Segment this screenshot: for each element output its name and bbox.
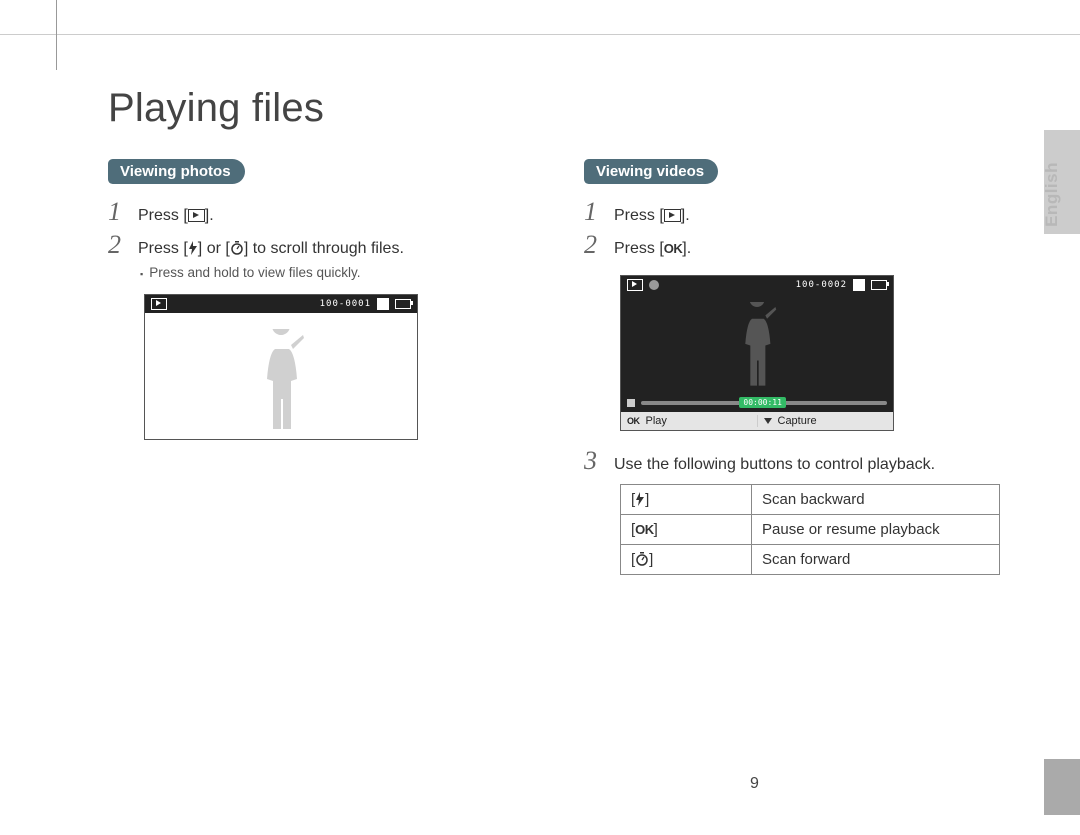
memory-card-icon <box>853 279 865 291</box>
video-step-3: 3 Use the following buttons to control p… <box>584 447 1014 476</box>
memory-card-icon <box>377 298 389 310</box>
step-number: 2 <box>584 231 614 260</box>
page-left-rule <box>56 0 57 70</box>
bottom-side-tab <box>1044 759 1080 815</box>
lcd-photo-body <box>145 313 417 439</box>
control-desc-cell: Scan forward <box>752 545 1000 575</box>
timer-icon <box>230 240 244 254</box>
lcd-top-bar: 100-0002 <box>621 276 893 294</box>
column-viewing-videos: Viewing videos 1 Press []. 2 Press [OK]. <box>584 159 1014 575</box>
text-fragment: Press [ <box>614 240 664 257</box>
step-number: 1 <box>584 198 614 227</box>
file-counter: 100-0001 <box>320 299 371 309</box>
text-fragment: Press [ <box>138 207 188 224</box>
control-key-cell: [OK] <box>621 515 752 545</box>
page-top-rule <box>0 34 1080 35</box>
heading-viewing-videos: Viewing videos <box>584 159 718 184</box>
control-desc-cell: Pause or resume playback <box>752 515 1000 545</box>
down-arrow-icon <box>764 418 772 424</box>
photo-step-2-subnote: Press and hold to view files quickly. <box>140 265 538 280</box>
ok-button-glyph: OK <box>627 416 640 426</box>
photo-step-1: 1 Press []. <box>108 198 538 227</box>
progress-timestamp: 00:00:11 <box>739 397 786 408</box>
video-step-1: 1 Press []. <box>584 198 1014 227</box>
text-fragment: ] to scroll through files. <box>244 240 404 257</box>
control-key-cell: [] <box>621 485 752 515</box>
progress-track: 00:00:11 <box>641 401 887 405</box>
lcd-video-body <box>621 294 893 394</box>
step-number: 3 <box>584 447 614 476</box>
playback-icon <box>664 209 681 222</box>
playback-icon <box>151 298 167 310</box>
playback-controls-table: [] Scan backward [OK] Pause or resume pl… <box>620 484 1000 575</box>
text-fragment: ] or [ <box>198 240 230 257</box>
child-silhouette-icon <box>731 302 783 394</box>
control-key-cell: [] <box>621 545 752 575</box>
flash-icon <box>188 241 198 255</box>
video-step-2: 2 Press [OK]. <box>584 231 1014 260</box>
step-text: Use the following buttons to control pla… <box>614 454 935 476</box>
text-fragment: Press [ <box>614 207 664 224</box>
timer-icon <box>635 552 649 566</box>
table-row: [OK] Pause or resume playback <box>621 515 1000 545</box>
lcd-bottom-play: OK Play <box>621 415 758 427</box>
lcd-capture-label: Capture <box>778 415 817 427</box>
ok-button-glyph: OK <box>635 522 654 537</box>
table-row: [] Scan backward <box>621 485 1000 515</box>
lcd-top-bar: 100-0001 <box>145 295 417 313</box>
battery-icon <box>395 299 411 309</box>
flash-icon <box>635 492 645 506</box>
stop-icon <box>627 399 635 407</box>
subnote-text: Press and hold to view files quickly. <box>149 265 360 280</box>
photo-step-2: 2 Press [ ] or [ ] to scroll through files… <box>108 231 538 260</box>
control-desc-cell: Scan backward <box>752 485 1000 515</box>
lcd-bottom-capture: Capture <box>758 415 894 427</box>
ok-button-glyph: OK <box>664 241 683 256</box>
text-fragment: ]. <box>681 207 690 224</box>
lcd-play-label: Play <box>646 415 667 427</box>
text-fragment: Press [ <box>138 240 188 257</box>
child-silhouette-icon <box>251 329 311 439</box>
lcd-progress-bar: 00:00:11 <box>621 394 893 412</box>
playback-icon <box>188 209 205 222</box>
page-number: 9 <box>750 775 759 793</box>
heading-viewing-photos: Viewing photos <box>108 159 245 184</box>
lcd-photo-preview: 100-0001 <box>144 294 418 440</box>
battery-icon <box>871 280 887 290</box>
lcd-bottom-bar: OK Play Capture <box>621 412 893 430</box>
file-counter: 100-0002 <box>796 280 847 290</box>
step-number: 2 <box>108 231 138 260</box>
table-row: [] Scan forward <box>621 545 1000 575</box>
lcd-video-preview: 100-0002 00:00:11 OK <box>620 275 894 431</box>
column-viewing-photos: Viewing photos 1 Press []. 2 Press [ ] or… <box>108 159 538 575</box>
step-number: 1 <box>108 198 138 227</box>
playback-icon <box>627 279 643 291</box>
text-fragment: ]. <box>682 240 691 257</box>
page-title: Playing files <box>108 86 1014 131</box>
text-fragment: ]. <box>205 207 214 224</box>
mode-icon <box>649 280 659 290</box>
language-label: English <box>1042 162 1062 227</box>
